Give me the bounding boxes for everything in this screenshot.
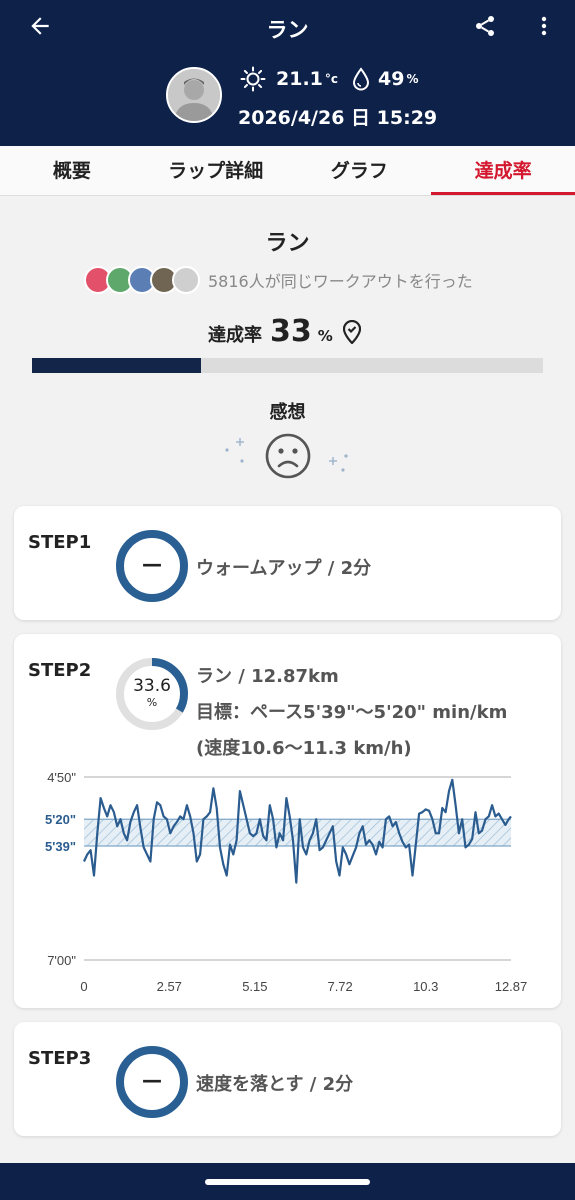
sad-face-icon[interactable] <box>264 432 312 484</box>
workout-datetime: 2026/4/26 日 15:29 <box>238 107 438 129</box>
step-ring-text: — <box>142 552 162 576</box>
y-tick-label: 5'39" <box>45 839 76 854</box>
humidity: 49 <box>378 68 405 90</box>
header: ラン 21.1 °c 49 % 2026/4/26 日 15:29 <box>0 0 575 146</box>
step-ring-unit: % <box>146 696 158 709</box>
system-nav-bar <box>0 1163 575 1200</box>
rate-value: 33 <box>270 314 312 349</box>
rate-label: 達成率 <box>208 325 262 346</box>
participants-row[interactable]: 5816人が同じワークアウトを行った <box>84 264 473 296</box>
y-tick-label: 4'50" <box>47 770 76 785</box>
tab-overview[interactable]: 概要 <box>0 146 144 195</box>
x-tick-label: 5.15 <box>242 979 267 994</box>
tab-bar: 概要 ラップ詳細 グラフ 達成率 <box>0 146 575 196</box>
step-label: STEP2 <box>28 660 92 681</box>
participant-avatar <box>172 266 200 294</box>
x-tick-label: 12.87 <box>495 979 528 994</box>
step-card-3[interactable]: STEP3 — 速度を落とす / 2分 <box>14 1022 561 1136</box>
step-card-1[interactable]: STEP1 — ウォームアップ / 2分 <box>14 506 561 620</box>
avatar[interactable] <box>166 67 222 123</box>
step-description: ウォームアップ / 2分 <box>196 558 372 579</box>
tab-graph[interactable]: グラフ <box>288 146 432 195</box>
sun-icon <box>240 66 266 92</box>
achievement-progress-bar <box>32 358 543 373</box>
step-ring-value: 33.6 <box>133 676 171 696</box>
participants-count-text: 5816人が同じワークアウトを行った <box>208 272 473 291</box>
step-description: 速度を落とす / 2分 <box>196 1074 354 1095</box>
x-tick-label: 0 <box>80 979 87 994</box>
feeling-label: 感想 <box>269 402 306 423</box>
step-target-speed: (速度10.6〜11.3 km/h) <box>196 738 412 759</box>
location-check-icon <box>342 319 361 344</box>
home-indicator[interactable] <box>205 1179 370 1185</box>
progress-fill <box>32 358 201 373</box>
rate-unit: % <box>317 327 333 345</box>
step-ring-text: — <box>142 1068 162 1092</box>
workout-title: ラン <box>265 231 310 256</box>
step-description: ラン / 12.87km <box>196 666 339 687</box>
temperature: 21.1 <box>276 68 323 90</box>
step-label: STEP3 <box>28 1048 92 1069</box>
x-tick-label: 10.3 <box>413 979 438 994</box>
more-vert-icon[interactable] <box>524 8 564 44</box>
droplet-icon <box>352 67 370 91</box>
step-target-pace: 目標：ペース5'39"〜5'20" min/km <box>196 702 508 723</box>
humidity-unit: % <box>406 72 419 86</box>
weather-info: 21.1 °c 49 % <box>240 66 433 92</box>
pace-chart: 4'50" 5'20" 5'39" 7'00" 0 2.57 5.15 7.72 10.3 12.… <box>45 770 528 994</box>
y-tick-label: 7'00" <box>47 953 76 968</box>
share-icon[interactable] <box>465 8 505 44</box>
temperature-unit: °c <box>324 72 339 86</box>
x-tick-label: 7.72 <box>327 979 352 994</box>
achievement-rate: 達成率 33 % <box>208 314 361 349</box>
step-label: STEP1 <box>28 532 92 553</box>
y-tick-label: 5'20" <box>45 812 76 827</box>
tab-lap-details[interactable]: ラップ詳細 <box>144 146 288 195</box>
tab-achievement[interactable]: 達成率 <box>431 146 575 195</box>
x-tick-label: 2.57 <box>157 979 182 994</box>
